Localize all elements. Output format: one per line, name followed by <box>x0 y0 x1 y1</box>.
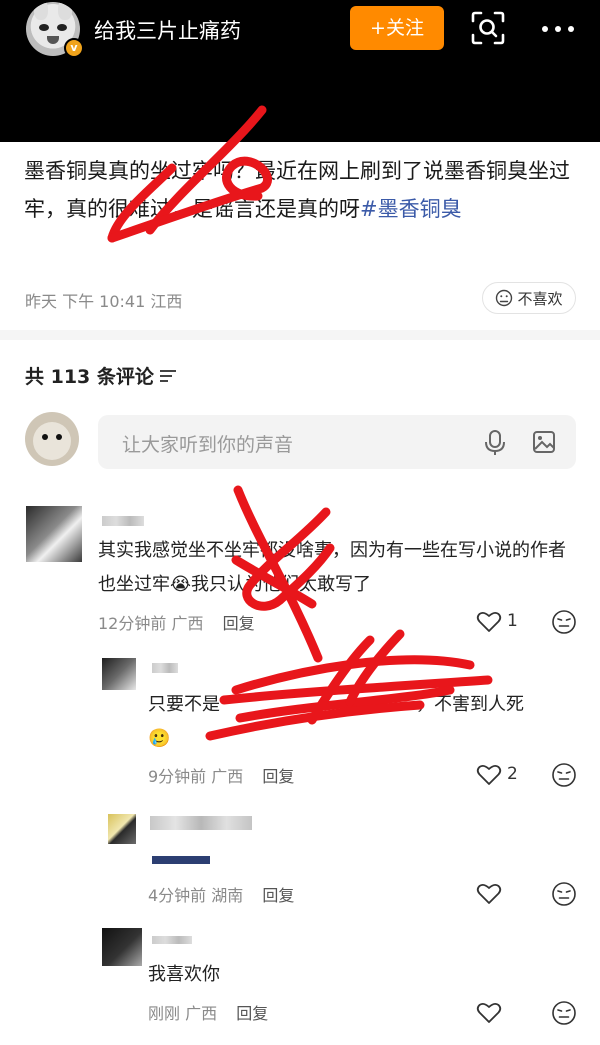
reply-text: 只要不是 ，不害到人死 <box>148 688 568 722</box>
reply-name-blurred[interactable] <box>152 663 178 673</box>
follow-button[interactable]: +关注 <box>350 6 444 50</box>
reply-text-end: ，不害到人死 <box>416 694 524 715</box>
verified-badge-icon: v <box>64 38 84 58</box>
reply-time: 刚刚 <box>148 1004 181 1023</box>
frown-face-icon[interactable] <box>551 609 577 635</box>
reply-button[interactable]: 回复 <box>236 1004 268 1023</box>
like-count: 1 <box>507 611 518 631</box>
reply-time: 4分钟前 <box>148 886 207 905</box>
comment-input[interactable]: 让大家听到你的声音 <box>98 415 576 469</box>
reply-name-blurred[interactable] <box>150 816 252 830</box>
reply-text-start: 只要不是 <box>148 694 220 715</box>
top-bar: v 给我三片止痛药 +关注 <box>0 0 600 142</box>
like-count: 2 <box>507 764 518 784</box>
reply-name-blurred[interactable] <box>152 936 192 944</box>
microphone-icon[interactable] <box>483 429 507 457</box>
reply-text: 我喜欢你 <box>148 964 220 985</box>
reply-avatar[interactable] <box>108 814 136 844</box>
image-icon[interactable] <box>532 430 556 454</box>
frown-face-icon[interactable] <box>551 1000 577 1026</box>
comment-location: 广西 <box>171 614 204 633</box>
comment-text: 其实我感觉坐不坐牢都没啥事，因为有一些在写小说的作者也坐过牢😭我只认为他们太敢写… <box>98 540 566 595</box>
comment-time: 12分钟前 <box>98 614 167 633</box>
reply-meta: 刚刚 广西 回复 <box>148 1000 268 1024</box>
commenter-avatar[interactable] <box>26 506 82 562</box>
reply-meta: 4分钟前 湖南 回复 <box>148 882 294 906</box>
author-avatar[interactable]: v <box>26 2 84 58</box>
heart-icon[interactable] <box>476 764 502 786</box>
sort-icon[interactable] <box>159 369 176 383</box>
section-divider <box>0 330 600 340</box>
post-body: 墨香铜臭真的坐过牢吗？最近在网上刷到了说墨香铜臭坐过牢，真的很难过，是谣言还是真… <box>24 159 570 221</box>
heart-icon[interactable] <box>476 1002 502 1024</box>
frown-face-icon[interactable] <box>551 762 577 788</box>
more-icon[interactable] <box>539 14 577 44</box>
post-content: 墨香铜臭真的坐过牢吗？最近在网上刷到了说墨香铜臭坐过牢，真的很难过，是谣言还是真… <box>24 152 574 228</box>
reply-meta: 9分钟前 广西 回复 <box>148 763 294 787</box>
post-timestamp-location: 昨天 下午 10:41 江西 <box>25 292 183 311</box>
reply-avatar[interactable] <box>102 928 142 966</box>
comment-count-label: 共 113 条评论 <box>25 366 154 388</box>
comment-meta: 12分钟前 广西 回复 <box>98 610 255 634</box>
reply-button[interactable]: 回复 <box>223 614 255 633</box>
post-hashtag-link[interactable]: #墨香铜臭 <box>360 197 462 221</box>
heart-icon[interactable] <box>476 883 502 905</box>
comment-count-sort[interactable]: 共 113 条评论 <box>25 362 176 389</box>
current-user-avatar <box>25 412 79 466</box>
reply-avatar[interactable] <box>102 658 136 690</box>
reply-location: 广西 <box>211 767 244 786</box>
dislike-label: 不喜欢 <box>517 289 563 308</box>
heart-icon[interactable] <box>476 611 502 633</box>
reply-emoji: 🥲 <box>148 728 171 749</box>
frown-face-icon[interactable] <box>551 881 577 907</box>
frown-face-icon <box>496 289 513 307</box>
reply-text-blurred <box>152 856 210 864</box>
author-name[interactable]: 给我三片止痛药 <box>94 15 241 45</box>
reply-button[interactable]: 回复 <box>262 886 294 905</box>
commenter-name-blurred[interactable] <box>102 516 144 526</box>
dislike-button[interactable]: 不喜欢 <box>482 282 576 314</box>
reply-location: 湖南 <box>211 886 244 905</box>
reply-button[interactable]: 回复 <box>262 767 294 786</box>
scan-icon[interactable] <box>470 10 506 46</box>
comment-input-placeholder: 让大家听到你的声音 <box>122 434 294 456</box>
reply-time: 9分钟前 <box>148 767 207 786</box>
reply-location: 广西 <box>185 1004 218 1023</box>
